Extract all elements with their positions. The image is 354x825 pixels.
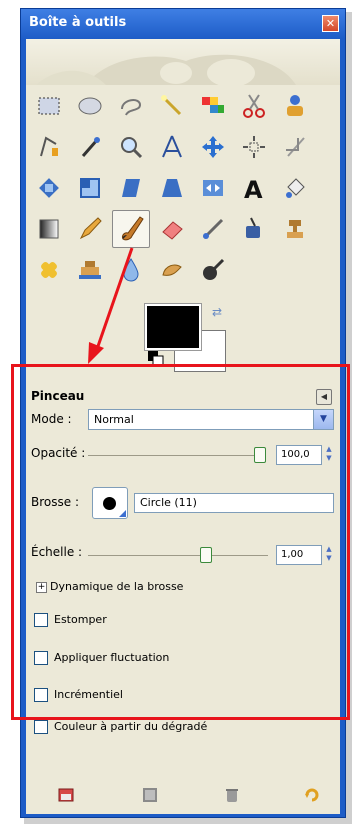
annotation-arrow-icon [88, 247, 134, 364]
